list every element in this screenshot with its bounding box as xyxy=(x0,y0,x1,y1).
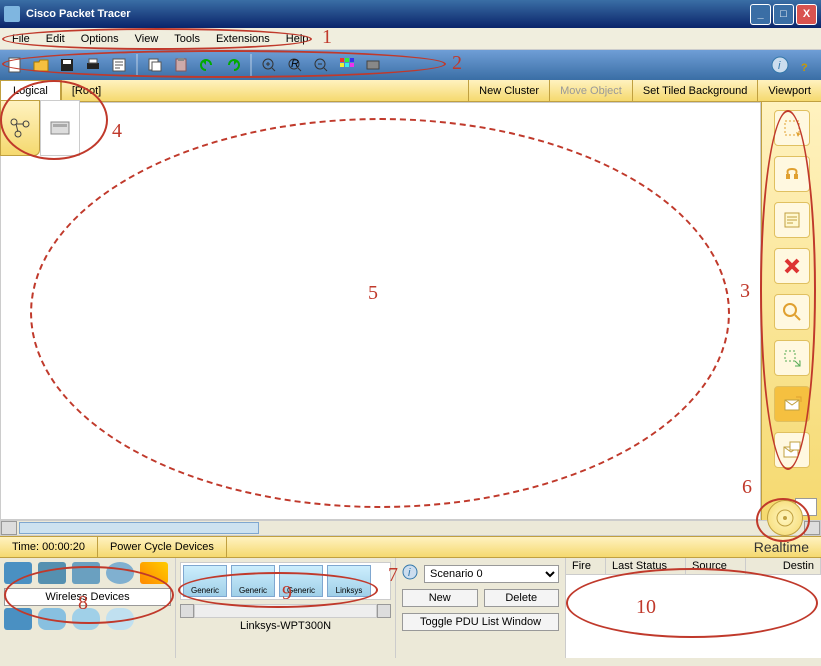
menu-tools[interactable]: Tools xyxy=(166,31,208,47)
connection-category-icon[interactable] xyxy=(140,562,168,584)
delete-tool-icon[interactable] xyxy=(774,248,810,284)
activity-wizard-icon[interactable] xyxy=(108,54,130,76)
open-file-icon[interactable] xyxy=(30,54,52,76)
app-title: Cisco Packet Tracer xyxy=(26,8,750,20)
menu-bar: File Edit Options View Tools Extensions … xyxy=(0,28,821,50)
move-object-button[interactable]: Move Object xyxy=(549,80,632,101)
resize-tool-icon[interactable] xyxy=(774,340,810,376)
right-tool-panel xyxy=(761,102,821,520)
router-category-icon[interactable] xyxy=(4,562,32,584)
scenario-new-button[interactable]: New xyxy=(402,589,478,607)
workspace-hscroll[interactable] xyxy=(0,520,821,536)
zoom-in-icon[interactable] xyxy=(258,54,280,76)
minimize-button[interactable]: _ xyxy=(750,4,771,25)
scroll-left-icon[interactable] xyxy=(1,521,17,535)
logical-view-icon[interactable] xyxy=(0,100,40,156)
power-cycle-button[interactable]: Power Cycle Devices xyxy=(98,537,227,557)
draw-palette-icon[interactable] xyxy=(336,54,358,76)
title-bar: Cisco Packet Tracer _ □ X xyxy=(0,0,821,28)
redo-icon[interactable] xyxy=(222,54,244,76)
device-category-label: Wireless Devices xyxy=(4,588,171,606)
add-complex-pdu-icon[interactable] xyxy=(774,432,810,468)
scenario-select[interactable]: Scenario 0 xyxy=(424,565,559,583)
multiuser-category-icon[interactable] xyxy=(106,608,134,630)
switch-category-icon[interactable] xyxy=(38,562,66,584)
maximize-button[interactable]: □ xyxy=(773,4,794,25)
svg-text:R: R xyxy=(291,58,299,70)
menu-file[interactable]: File xyxy=(4,31,38,47)
menu-edit[interactable]: Edit xyxy=(38,31,73,47)
toggle-pdu-list-button[interactable]: Toggle PDU List Window xyxy=(402,613,559,631)
device-thumb-linksys[interactable]: Linksys xyxy=(327,565,371,597)
window-buttons: _ □ X xyxy=(750,4,817,25)
device-thumb-generic-3[interactable]: Generic xyxy=(279,565,323,597)
add-simple-pdu-icon[interactable] xyxy=(774,386,810,422)
inspect-tool-icon[interactable] xyxy=(774,294,810,330)
info-icon[interactable]: i xyxy=(769,54,791,76)
svg-text:?: ? xyxy=(801,62,808,74)
menu-help[interactable]: Help xyxy=(278,31,317,47)
viewport-button[interactable]: Viewport xyxy=(757,80,821,101)
pdu-list-table: Fire Last Status Source Destin xyxy=(565,558,821,658)
custom-device-icon[interactable] xyxy=(362,54,384,76)
scenario-info-icon[interactable]: i xyxy=(402,564,418,583)
realtime-mode-icon[interactable] xyxy=(767,500,803,536)
new-cluster-button[interactable]: New Cluster xyxy=(468,80,549,101)
undo-icon[interactable] xyxy=(196,54,218,76)
bottom-panel: Wireless Devices Generic Generic Generic… xyxy=(0,558,821,658)
new-file-icon[interactable] xyxy=(4,54,26,76)
root-breadcrumb[interactable]: [Root] xyxy=(61,80,111,101)
save-icon[interactable] xyxy=(56,54,78,76)
pdu-col-last-status[interactable]: Last Status xyxy=(606,558,686,574)
selected-model-label: Linksys-WPT300N xyxy=(180,618,391,632)
device-thumb-row: Generic Generic Generic Linksys xyxy=(180,562,391,600)
realtime-label: Realtime xyxy=(742,537,821,557)
pdu-col-destin[interactable]: Destin xyxy=(746,558,821,574)
workspace-row xyxy=(0,102,821,520)
wan-category-icon[interactable] xyxy=(38,608,66,630)
menu-options[interactable]: Options xyxy=(73,31,127,47)
wireless-category-icon[interactable] xyxy=(106,562,134,584)
place-note-icon[interactable] xyxy=(774,202,810,238)
logical-bar: Logical [Root] New Cluster Move Object S… xyxy=(0,80,821,102)
close-button[interactable]: X xyxy=(796,4,817,25)
time-bar: Time: 00:00:20 Power Cycle Devices Realt… xyxy=(0,536,821,558)
copy-icon[interactable] xyxy=(144,54,166,76)
logical-physical-widget xyxy=(0,100,80,156)
hub-category-icon[interactable] xyxy=(72,562,100,584)
end-device-category-icon[interactable] xyxy=(4,608,32,630)
help-icon[interactable]: ? xyxy=(795,54,817,76)
pdu-col-fire[interactable]: Fire xyxy=(566,558,606,574)
custom-category-icon[interactable] xyxy=(72,608,100,630)
device-list-pane: Generic Generic Generic Linksys Linksys-… xyxy=(175,558,395,658)
zoom-reset-icon[interactable]: R xyxy=(284,54,306,76)
logical-tab[interactable]: Logical xyxy=(0,80,61,101)
app-icon xyxy=(4,6,20,22)
zoom-out-icon[interactable] xyxy=(310,54,332,76)
device-category-pane: Wireless Devices xyxy=(0,558,175,658)
set-tiled-background-button[interactable]: Set Tiled Background xyxy=(632,80,758,101)
devlist-scroll-right-icon[interactable] xyxy=(377,604,391,618)
menu-extensions[interactable]: Extensions xyxy=(208,31,278,47)
paste-icon[interactable] xyxy=(170,54,192,76)
pdu-col-source[interactable]: Source xyxy=(686,558,746,574)
menu-view[interactable]: View xyxy=(127,31,167,47)
device-list-scroll[interactable] xyxy=(180,604,391,618)
realtime-simulation-widget xyxy=(761,498,817,538)
devlist-scroll-left-icon[interactable] xyxy=(180,604,194,618)
scenario-pane: i Scenario 0 New Delete Toggle PDU List … xyxy=(395,558,565,658)
device-thumb-generic-1[interactable]: Generic xyxy=(183,565,227,597)
physical-view-icon[interactable] xyxy=(40,100,80,156)
scenario-delete-button[interactable]: Delete xyxy=(484,589,560,607)
move-tool-icon[interactable] xyxy=(774,156,810,192)
scroll-thumb[interactable] xyxy=(19,522,259,534)
time-label: Time: 00:00:20 xyxy=(0,537,98,557)
main-toolbar: R i ? xyxy=(0,50,821,80)
device-thumb-generic-2[interactable]: Generic xyxy=(231,565,275,597)
pdu-header-row: Fire Last Status Source Destin xyxy=(566,558,821,575)
select-tool-icon[interactable] xyxy=(774,110,810,146)
print-icon[interactable] xyxy=(82,54,104,76)
workspace-canvas[interactable] xyxy=(0,102,761,520)
